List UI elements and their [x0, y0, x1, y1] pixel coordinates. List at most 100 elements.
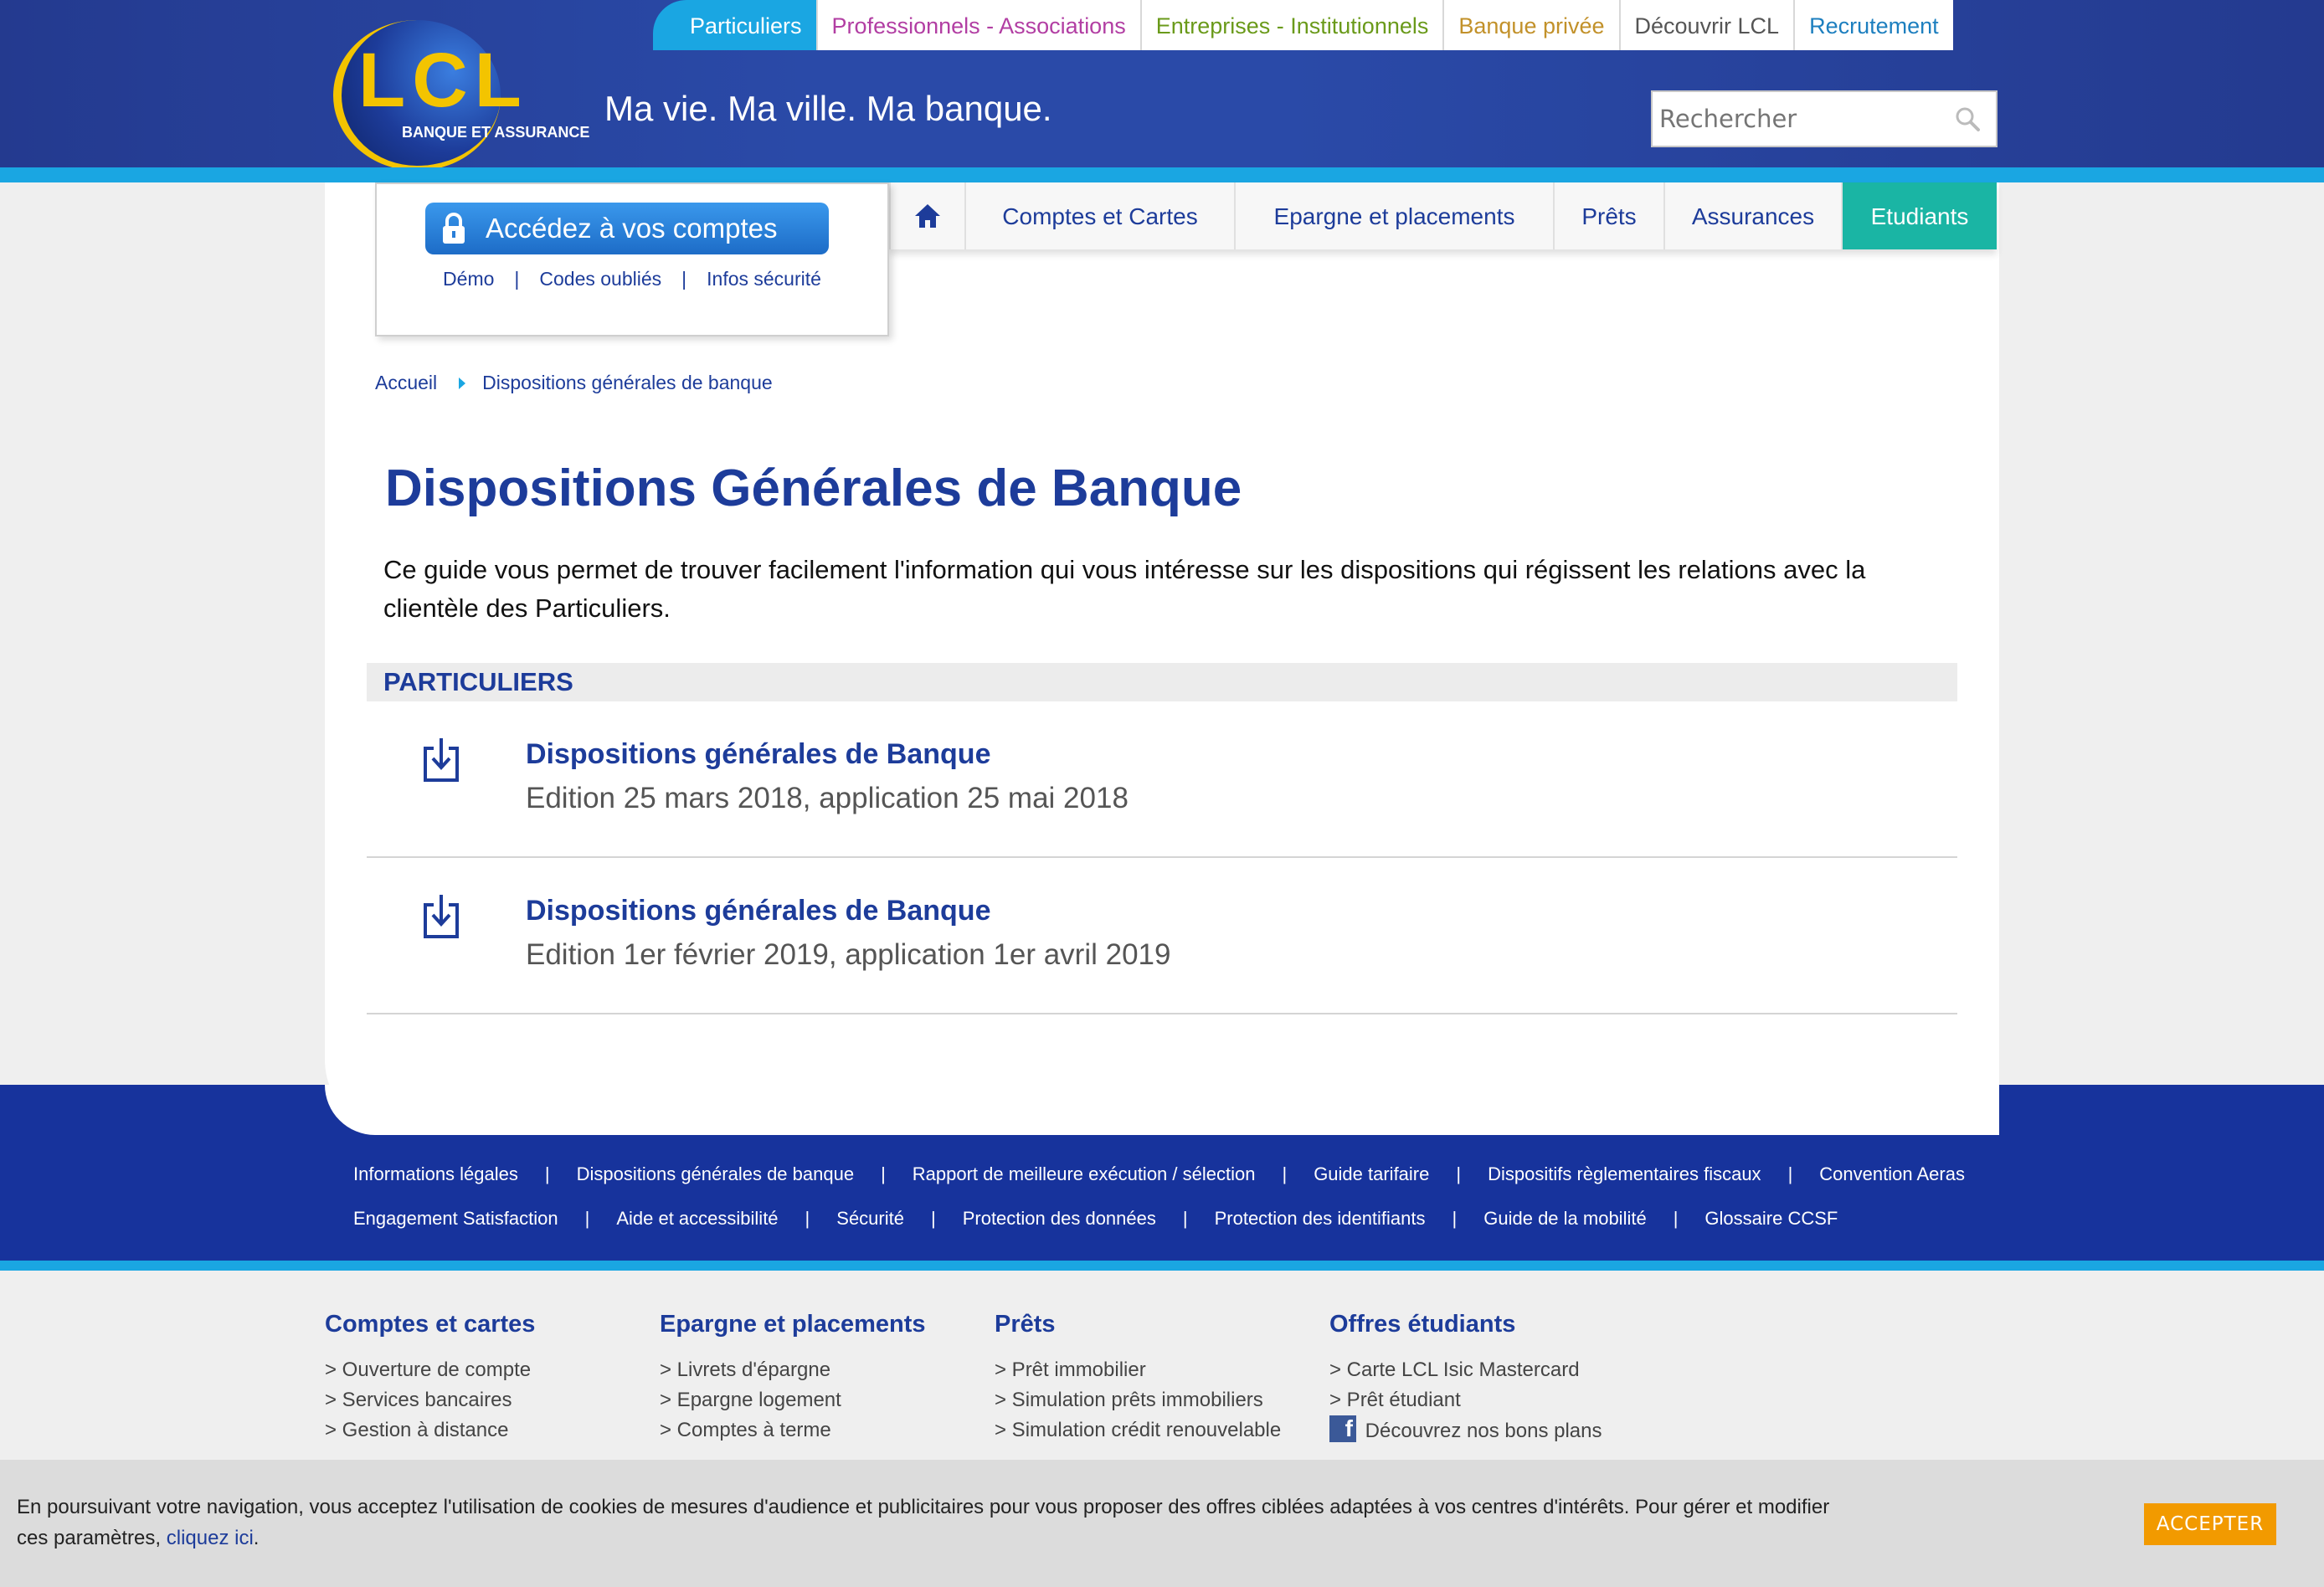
- sitemap-link[interactable]: > Simulation prêts immobiliers: [995, 1385, 1329, 1415]
- breadcrumb: Accueil Dispositions générales de banque: [375, 372, 773, 394]
- separator: |: [1456, 1163, 1462, 1184]
- top-navigation: Particuliers Professionnels - Associatio…: [653, 0, 1953, 50]
- nav-etudiants[interactable]: Etudiants: [1841, 182, 1997, 249]
- sitemap-link[interactable]: > Prêt immobilier: [995, 1355, 1329, 1385]
- footer-link-guide-mobilite[interactable]: Guide de la mobilité: [1483, 1208, 1646, 1230]
- access-accounts-button[interactable]: Accédez à vos comptes: [425, 203, 829, 254]
- footer-link-protection-identifiants[interactable]: Protection des identifiants: [1215, 1208, 1426, 1230]
- separator: |: [930, 1208, 936, 1229]
- footer-link-guide-tarifaire[interactable]: Guide tarifaire: [1314, 1163, 1429, 1185]
- download-icon[interactable]: [422, 737, 460, 783]
- footer-link-glossaire[interactable]: Glossaire CCSF: [1704, 1208, 1838, 1230]
- document-title[interactable]: Dispositions générales de Banque: [526, 895, 990, 927]
- page-title: Dispositions Générales de Banque: [385, 460, 1242, 517]
- sitemap-link[interactable]: > Prêt étudiant: [1329, 1385, 1664, 1415]
- header-stripe: [0, 167, 2324, 182]
- separator: |: [805, 1208, 810, 1229]
- nav-home[interactable]: [889, 182, 964, 249]
- sitemap-epargne: Epargne et placements > Livrets d'épargn…: [660, 1311, 995, 1446]
- cookie-text: En poursuivant votre navigation, vous ac…: [17, 1492, 1859, 1554]
- lcl-logo[interactable]: LCL BANQUE ET ASSURANCE: [325, 12, 589, 176]
- nav-prets[interactable]: Prêts: [1553, 182, 1663, 249]
- document-row[interactable]: Dispositions générales de Banque Edition…: [367, 858, 1957, 1014]
- sitemap-heading: Comptes et cartes: [325, 1311, 536, 1338]
- footer-link-convention-aeras[interactable]: Convention Aeras: [1819, 1163, 1965, 1185]
- main-navigation: Comptes et Cartes Epargne et placements …: [889, 182, 1997, 249]
- card-bottom-edge: [325, 1085, 1999, 1135]
- search-box: [1651, 90, 1998, 147]
- footer-link-securite[interactable]: Sécurité: [836, 1208, 904, 1230]
- separator: |: [1787, 1163, 1793, 1184]
- footer-link-engagement[interactable]: Engagement Satisfaction: [353, 1208, 558, 1230]
- nav-assurances[interactable]: Assurances: [1663, 182, 1841, 249]
- sitemap-prets: Prêts > Prêt immobilier > Simulation prê…: [995, 1311, 1329, 1446]
- document-subtitle: Edition 1er février 2019, application 1e…: [526, 938, 1171, 971]
- topnav-banque-privee[interactable]: Banque privée: [1442, 0, 1619, 50]
- accept-cookies-button[interactable]: ACCEPTER: [2144, 1503, 2276, 1545]
- breadcrumb-arrow-icon: [459, 377, 466, 389]
- tagline: Ma vie. Ma ville. Ma banque.: [604, 89, 1052, 128]
- intro-text: Ce guide vous permet de trouver facileme…: [383, 555, 1866, 623]
- facebook-link-label: Découvrez nos bons plans: [1365, 1420, 1602, 1442]
- footer-link-aide[interactable]: Aide et accessibilité: [616, 1208, 778, 1230]
- search-icon[interactable]: [1954, 105, 1981, 132]
- topnav-recrutement[interactable]: Recrutement: [1793, 0, 1953, 50]
- document-row[interactable]: Dispositions générales de Banque Edition…: [367, 701, 1957, 858]
- download-icon[interactable]: [422, 893, 460, 940]
- topnav-professionnels[interactable]: Professionnels - Associations: [815, 0, 1140, 50]
- sitemap-heading: Prêts: [995, 1311, 1056, 1338]
- sitemap-heading: Offres étudiants: [1329, 1311, 1516, 1338]
- footer-link-rapport-execution[interactable]: Rapport de meilleure exécution / sélecti…: [913, 1163, 1256, 1185]
- access-accounts-label: Accédez à vos comptes: [486, 213, 778, 244]
- topnav-decouvrir-lcl[interactable]: Découvrir LCL: [1618, 0, 1794, 50]
- sitemap-link[interactable]: > Simulation crédit renouvelable: [995, 1415, 1329, 1446]
- separator: |: [544, 1163, 550, 1184]
- footer-link-informations-legales[interactable]: Informations légales: [353, 1163, 518, 1185]
- footer-link-protection-donnees[interactable]: Protection des données: [963, 1208, 1156, 1230]
- section-heading: PARTICULIERS: [367, 663, 1957, 701]
- separator: |: [1673, 1208, 1679, 1229]
- sitemap-link[interactable]: > Ouverture de compte: [325, 1355, 660, 1385]
- sitemap-link[interactable]: > Gestion à distance: [325, 1415, 660, 1446]
- nav-epargne-placements[interactable]: Epargne et placements: [1234, 182, 1553, 249]
- topnav-entreprises[interactable]: Entreprises - Institutionnels: [1139, 0, 1443, 50]
- breadcrumb-home[interactable]: Accueil: [375, 372, 437, 394]
- sitemap-link[interactable]: > Epargne logement: [660, 1385, 995, 1415]
- demo-link[interactable]: Démo: [443, 268, 494, 290]
- security-info-link[interactable]: Infos sécurité: [707, 268, 821, 290]
- lock-icon: [443, 213, 465, 244]
- sitemap-link[interactable]: > Comptes à terme: [660, 1415, 995, 1446]
- account-access-panel: Accédez à vos comptes Démo | Codes oubliés…: [375, 182, 889, 336]
- separator: |: [584, 1208, 590, 1229]
- separator: |: [514, 268, 520, 290]
- site-header: LCL BANQUE ET ASSURANCE Ma vie. Ma ville…: [0, 0, 2324, 171]
- forgotten-codes-link[interactable]: Codes oubliés: [539, 268, 661, 290]
- cookie-banner: En poursuivant votre navigation, vous ac…: [0, 1460, 2324, 1587]
- separator: |: [681, 268, 687, 290]
- cookie-message: En poursuivant votre navigation, vous ac…: [17, 1496, 1830, 1549]
- account-links: Démo | Codes oubliés | Infos sécurité: [377, 268, 887, 290]
- footer-links-row-2: Engagement Satisfaction | Aide et accessi…: [353, 1208, 1838, 1230]
- sitemap-link[interactable]: > Services bancaires: [325, 1385, 660, 1415]
- separator: |: [1282, 1163, 1288, 1184]
- footer-links-row-1: Informations légales | Dispositions génér…: [353, 1163, 1965, 1185]
- document-title[interactable]: Dispositions générales de Banque: [526, 738, 990, 771]
- topnav-particuliers[interactable]: Particuliers: [653, 0, 816, 50]
- cookie-settings-link[interactable]: cliquez ici: [167, 1527, 254, 1549]
- footer-link-dispositifs-fiscaux[interactable]: Dispositifs règlementaires fiscaux: [1488, 1163, 1761, 1185]
- logo-subtitle: BANQUE ET ASSURANCE: [402, 124, 590, 141]
- facebook-link[interactable]: Découvrez nos bons plans: [1329, 1414, 1664, 1446]
- breadcrumb-current[interactable]: Dispositions générales de banque: [482, 372, 773, 394]
- cookie-end: .: [253, 1527, 260, 1549]
- nav-comptes-cartes[interactable]: Comptes et Cartes: [964, 182, 1234, 249]
- separator: |: [1452, 1208, 1458, 1229]
- facebook-icon: [1329, 1414, 1356, 1444]
- sitemap-etudiants: Offres étudiants > Carte LCL Isic Master…: [1329, 1311, 1664, 1446]
- sitemap-link[interactable]: > Livrets d'épargne: [660, 1355, 995, 1385]
- document-subtitle: Edition 25 mars 2018, application 25 mai…: [526, 782, 1129, 814]
- home-icon: [915, 204, 940, 228]
- search-input[interactable]: [1653, 92, 1937, 146]
- footer-link-dispositions[interactable]: Dispositions générales de banque: [577, 1163, 854, 1185]
- separator: |: [881, 1163, 886, 1184]
- sitemap-link[interactable]: > Carte LCL Isic Mastercard: [1329, 1355, 1664, 1385]
